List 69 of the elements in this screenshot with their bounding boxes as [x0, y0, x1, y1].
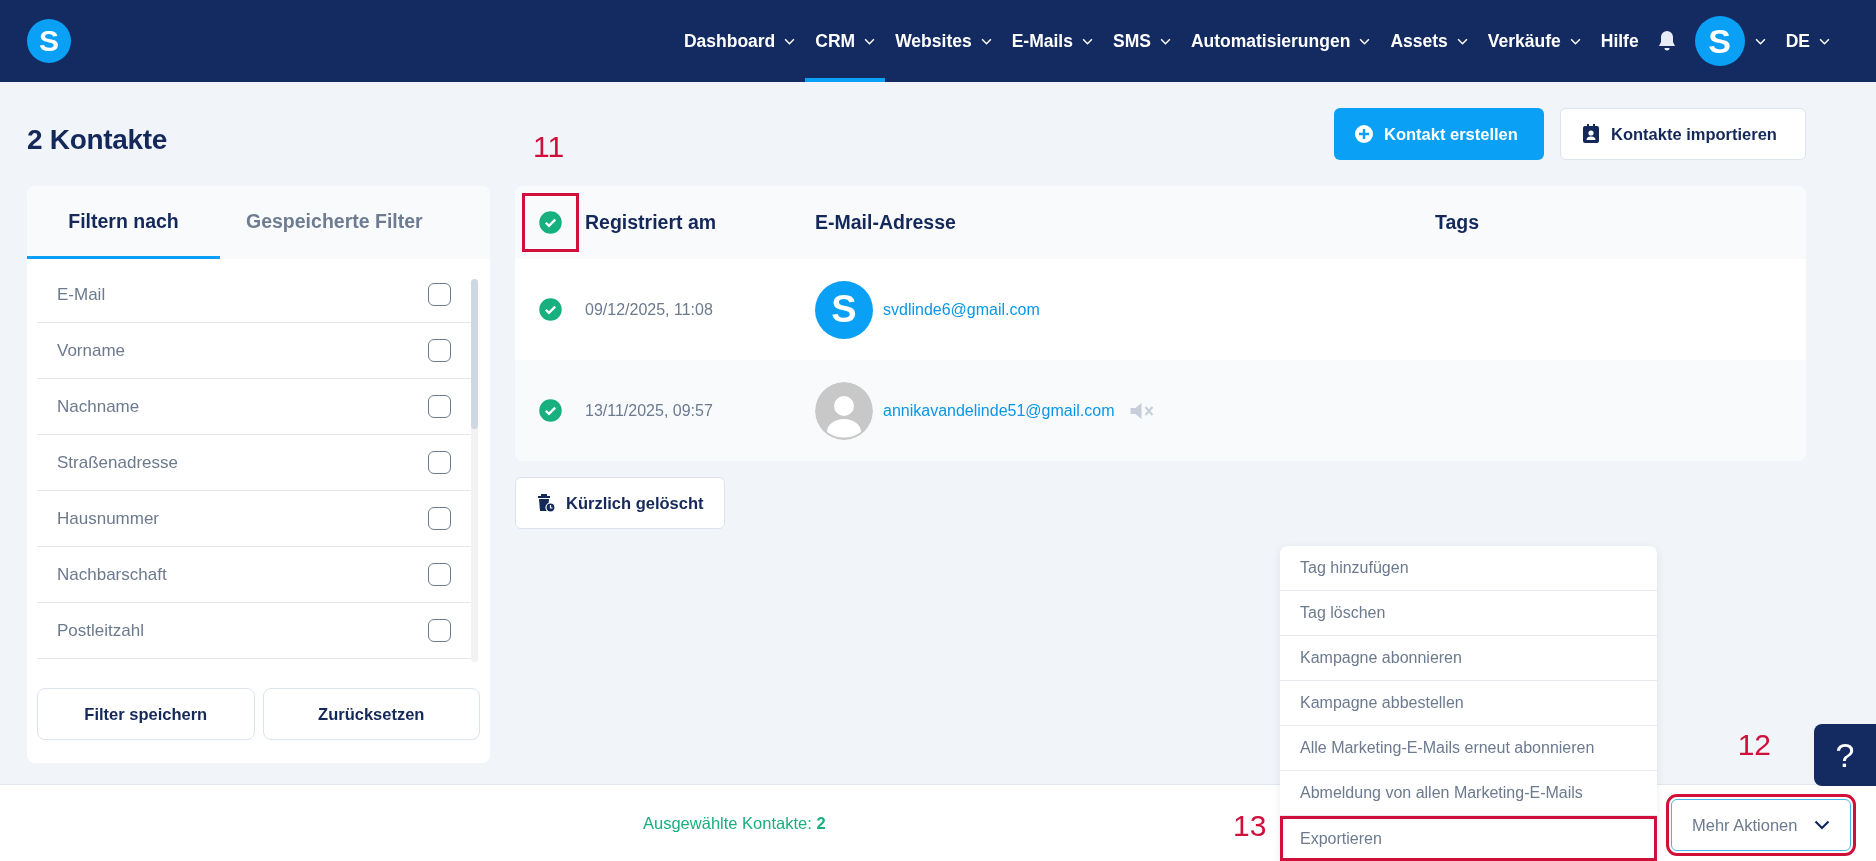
nav-item[interactable]: Websites [885, 0, 1002, 82]
caret-icon [1456, 37, 1468, 45]
recently-deleted-button[interactable]: Kürzlich gelöscht [515, 477, 725, 529]
checkbox[interactable] [428, 563, 451, 586]
nav-item[interactable]: Assets [1380, 0, 1478, 82]
select-all-checkbox[interactable] [524, 196, 576, 249]
nav-item[interactable]: Dashboard [673, 0, 806, 82]
filter-label: Postleitzahl [57, 620, 144, 641]
filter-button[interactable]: Zurücksetzen [262, 688, 480, 740]
column-header: E-Mail-Adresse [815, 211, 957, 234]
caret-icon [1819, 37, 1830, 45]
filter-label: Hausnummer [57, 508, 160, 529]
contact-avatar: S [815, 280, 873, 339]
annotation-number: 12 [1737, 728, 1771, 762]
nav-item[interactable]: Verkäufe [1477, 0, 1591, 82]
caret-icon [1569, 37, 1581, 45]
annotation-number: 13 [1233, 809, 1267, 843]
date-cell-text: 13/11/2025, 09:57 [585, 401, 714, 420]
caret-icon [1359, 37, 1371, 45]
action-button[interactable]: Kontakte importieren [1560, 108, 1806, 160]
chevron-icon [1814, 820, 1830, 830]
column-header: Registriert am [585, 211, 718, 234]
scrollbar[interactable] [471, 279, 478, 662]
column-header: Tags [1435, 211, 1481, 234]
filter-tab[interactable]: Gespeicherte Filter [220, 186, 449, 259]
caret-icon [864, 37, 876, 45]
bell-icon[interactable] [1656, 30, 1677, 52]
caret-icon [1081, 37, 1093, 45]
filter-label: Nachbarschaft [57, 564, 167, 585]
caret-icon[interactable] [1754, 37, 1766, 45]
page-title: 2 Kontakte [27, 123, 169, 156]
annotation-number: 11 [533, 130, 565, 164]
filter-label: Nachname [57, 396, 140, 417]
filter-label: Vorname [57, 340, 126, 361]
filter-tab[interactable]: Filtern nach [27, 186, 220, 259]
filter-label: E-Mail [57, 284, 106, 305]
menu-item[interactable]: Abmeldung von allen Marketing-E-Mails [1280, 771, 1657, 816]
checkbox[interactable] [428, 283, 451, 306]
caret-icon [1159, 37, 1171, 45]
menu-item[interactable]: Kampagne abonnieren [1280, 636, 1657, 681]
plus-icon [1354, 124, 1374, 144]
caret-icon [980, 37, 992, 45]
checkbox[interactable] [428, 619, 451, 642]
row-checkbox[interactable] [538, 399, 562, 422]
row-checkbox[interactable] [538, 298, 562, 321]
checkbox[interactable] [428, 507, 451, 530]
contact-avatar [815, 381, 873, 440]
nav-item[interactable]: Hilfe [1590, 0, 1649, 82]
trash-clock-icon [536, 493, 556, 513]
checkbox[interactable] [428, 395, 451, 418]
language-selector[interactable]: DE [1775, 0, 1840, 82]
checkbox[interactable] [428, 451, 451, 474]
contact-card-icon [1581, 124, 1601, 144]
menu-item[interactable]: Alle Marketing-E-Mails erneut abonnieren [1280, 726, 1657, 771]
nav-item[interactable]: SMS [1102, 0, 1181, 82]
caret-icon [784, 37, 796, 45]
menu-item[interactable]: Exportieren [1280, 816, 1657, 861]
nav-item[interactable]: E-Mails [1001, 0, 1103, 82]
menu-item[interactable]: Tag hinzufügen [1280, 546, 1657, 591]
checkbox[interactable] [428, 339, 451, 362]
nav-item[interactable]: CRM [805, 0, 886, 82]
menu-item[interactable]: Tag löschen [1280, 591, 1657, 636]
date-cell-text: 09/12/2025, 11:08 [585, 300, 714, 319]
help-button[interactable]: ? [1814, 724, 1876, 786]
filter-label: Straßenadresse [57, 452, 178, 473]
menu-item[interactable]: Kampagne abbestellen [1280, 681, 1657, 726]
selected-count: Ausgewählte Kontakte: 2 [643, 813, 826, 833]
nav-item[interactable]: Automatisierungen [1180, 0, 1381, 82]
filter-button[interactable]: Filter speichern [37, 688, 255, 740]
